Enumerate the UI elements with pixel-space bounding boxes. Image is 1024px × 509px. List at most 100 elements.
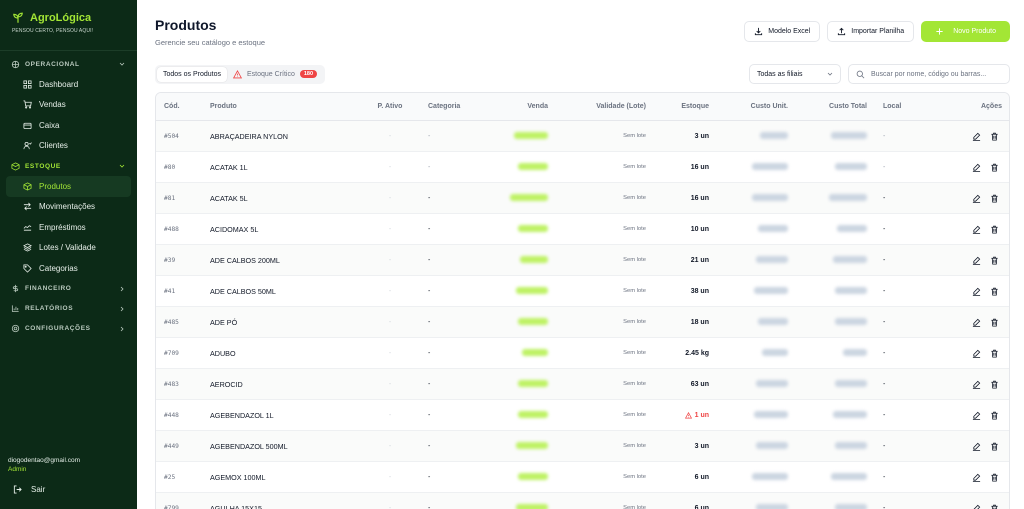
sidebar-section-label: CONFIGURAÇÕES <box>25 325 91 332</box>
trash-icon[interactable] <box>990 504 999 509</box>
sidebar-item-vendas[interactable]: Vendas <box>6 95 131 116</box>
stock-quantity: 38 un <box>690 287 709 295</box>
table-row[interactable]: #80 ACATAK 1L - - Sem lote 16 un - <box>156 152 1009 183</box>
trash-icon[interactable] <box>990 194 999 203</box>
product-name: ACIDOMAX 5L <box>210 224 259 234</box>
trash-icon[interactable] <box>990 380 999 389</box>
trash-icon[interactable] <box>990 132 999 141</box>
edit-icon[interactable] <box>972 473 981 482</box>
trash-icon[interactable] <box>990 225 999 234</box>
table-row[interactable]: #504 ABRAÇADEIRA NYLON - - Sem lote 3 un - <box>156 121 1009 152</box>
new-product-button[interactable]: Novo Produto <box>921 21 1010 42</box>
brand: AgroLógica PENSOU CERTO, PENSOU AQUI! <box>0 0 137 51</box>
sidebar-section-relatórios[interactable]: RELATÓRIOS <box>0 299 137 319</box>
column-header: Produto <box>210 103 237 110</box>
edit-icon[interactable] <box>972 349 981 358</box>
trash-icon[interactable] <box>990 163 999 172</box>
unit-cost <box>717 503 796 509</box>
edit-icon[interactable] <box>972 318 981 327</box>
model-excel-button[interactable]: Modelo Excel <box>744 21 821 42</box>
sidebar-section-financeiro[interactable]: FINANCEIRO <box>0 279 137 299</box>
sale-price-hidden <box>510 193 548 201</box>
sidebar-item-caixa[interactable]: Caixa <box>6 115 131 136</box>
unit-cost-hidden <box>756 379 788 387</box>
total-cost <box>796 162 875 172</box>
sidebar-item-dashboard[interactable]: Dashboard <box>6 74 131 95</box>
row-actions <box>928 287 1009 296</box>
table-row[interactable]: #448 AGEBENDAZOL 1L - - Sem lote 1 un - <box>156 400 1009 431</box>
table-row[interactable]: #799 AGULHA 15X15 - - Sem lote 6 un - <box>156 493 1009 509</box>
trash-icon[interactable] <box>990 411 999 420</box>
edit-icon[interactable] <box>972 194 981 203</box>
logout-button[interactable]: Sair <box>13 485 45 494</box>
sale-price-hidden <box>514 131 548 139</box>
row-actions <box>928 504 1009 509</box>
table-row[interactable]: #483 AEROCID - - Sem lote 63 un - <box>156 369 1009 400</box>
edit-icon[interactable] <box>972 287 981 296</box>
edit-icon[interactable] <box>972 256 981 265</box>
edit-icon[interactable] <box>972 504 981 509</box>
total-cost <box>796 317 875 327</box>
edit-icon[interactable] <box>972 225 981 234</box>
sidebar-section-estoque[interactable]: ESTOQUE <box>0 156 137 176</box>
sidebar-section-operacional[interactable]: OPERACIONAL <box>0 54 137 74</box>
edit-icon[interactable] <box>972 411 981 420</box>
table-row[interactable]: #709 ADUBO - - Sem lote 2.45 kg - <box>156 338 1009 369</box>
search-input[interactable]: Buscar por nome, código ou barras... <box>871 71 986 78</box>
table-row[interactable]: #41 ADE CALBOS 50ML - - Sem lote 38 un - <box>156 276 1009 307</box>
sidebar-item-empréstimos[interactable]: Empréstimos <box>6 217 131 238</box>
table-row[interactable]: #25 AGEMOX 100ML - - Sem lote 6 un - <box>156 462 1009 493</box>
sidebar-item-clientes[interactable]: Clientes <box>6 136 131 157</box>
sidebar-item-label: Lotes / Validade <box>39 243 96 253</box>
stock-quantity: 10 un <box>690 225 709 233</box>
sidebar-section-configurações[interactable]: CONFIGURAÇÕES <box>0 319 137 339</box>
chevron-right-icon <box>120 286 124 291</box>
product-category: - <box>428 287 431 295</box>
column-header: Categoria <box>428 103 461 110</box>
sidebar-item-lotes-validade[interactable]: Lotes / Validade <box>6 238 131 259</box>
trash-icon[interactable] <box>990 318 999 327</box>
unit-cost-hidden <box>756 441 788 449</box>
edit-icon[interactable] <box>972 380 981 389</box>
active-ingredient: - <box>388 318 392 326</box>
table-row[interactable]: #449 AGEBENDAZOL 500ML - - Sem lote 3 un - <box>156 431 1009 462</box>
edit-icon[interactable] <box>972 132 981 141</box>
active-ingredient: - <box>388 349 392 357</box>
search-box[interactable]: Buscar por nome, código ou barras... <box>848 64 1010 84</box>
tab-critical-stock[interactable]: Estoque Crítico 180 <box>227 67 323 82</box>
column-header: Custo Total <box>829 103 867 110</box>
user-info: diogodentao@gmail.com Admin <box>8 457 80 473</box>
sidebar-section-label: RELATÓRIOS <box>25 305 74 312</box>
stock-quantity: 1 un <box>654 411 717 419</box>
sidebar-item-produtos[interactable]: Produtos <box>6 176 131 197</box>
sidebar-item-movimentações[interactable]: Movimentações <box>6 197 131 218</box>
sale-price <box>497 472 556 482</box>
tab-all-products[interactable]: Todos os Produtos <box>157 66 227 82</box>
trash-icon[interactable] <box>990 473 999 482</box>
active-ingredient: - <box>388 194 392 202</box>
unit-cost <box>717 379 796 389</box>
edit-icon[interactable] <box>972 442 981 451</box>
table-row[interactable]: #485 ADE PÓ - - Sem lote 18 un - <box>156 307 1009 338</box>
total-cost-hidden <box>835 162 867 170</box>
edit-icon[interactable] <box>972 163 981 172</box>
total-cost <box>796 255 875 265</box>
table-row[interactable]: #81 ACATAK 5L - - Sem lote 16 un - <box>156 183 1009 214</box>
nav-icon <box>23 80 32 89</box>
branch-select[interactable]: Todas as filiais <box>749 64 841 84</box>
table-row[interactable]: #488 ACIDOMAX 5L - - Sem lote 10 un - <box>156 214 1009 245</box>
import-sheet-button[interactable]: Importar Planilha <box>827 21 915 42</box>
trash-icon[interactable] <box>990 256 999 265</box>
trash-icon[interactable] <box>990 442 999 451</box>
product-code: #39 <box>164 256 176 264</box>
unit-cost <box>717 193 796 203</box>
unit-cost <box>717 131 796 141</box>
product-category: - <box>428 380 431 388</box>
table-row[interactable]: #39 ADE CALBOS 200ML - - Sem lote 21 un - <box>156 245 1009 276</box>
trash-icon[interactable] <box>990 287 999 296</box>
sale-price-hidden <box>518 224 548 232</box>
warning-icon <box>684 411 692 419</box>
trash-icon[interactable] <box>990 349 999 358</box>
sidebar-item-categorias[interactable]: Categorias <box>6 258 131 279</box>
row-actions <box>928 163 1009 172</box>
